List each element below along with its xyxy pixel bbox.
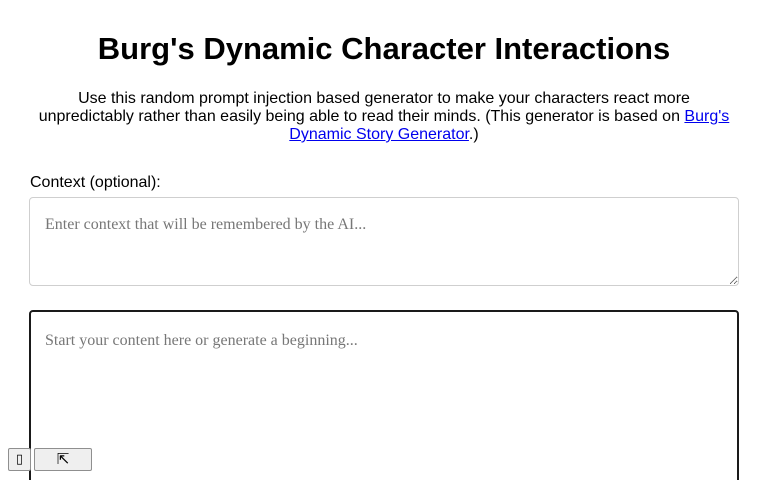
arrow-up-left-icon: ⇱: [56, 450, 70, 468]
context-input[interactable]: [29, 197, 739, 286]
box-icon: ▯: [15, 452, 24, 467]
intro-paragraph: Use this random prompt injection based g…: [34, 90, 734, 144]
context-label: Context (optional):: [30, 174, 161, 191]
intro-text: Use this random prompt injection based g…: [38, 90, 690, 125]
content-editor[interactable]: [29, 310, 739, 480]
menu-button[interactable]: ▯: [8, 448, 31, 471]
collapse-button[interactable]: ⇱: [34, 448, 92, 471]
intro-text-end: .): [468, 126, 479, 143]
page-title: Burg's Dynamic Character Interactions: [97, 31, 671, 66]
